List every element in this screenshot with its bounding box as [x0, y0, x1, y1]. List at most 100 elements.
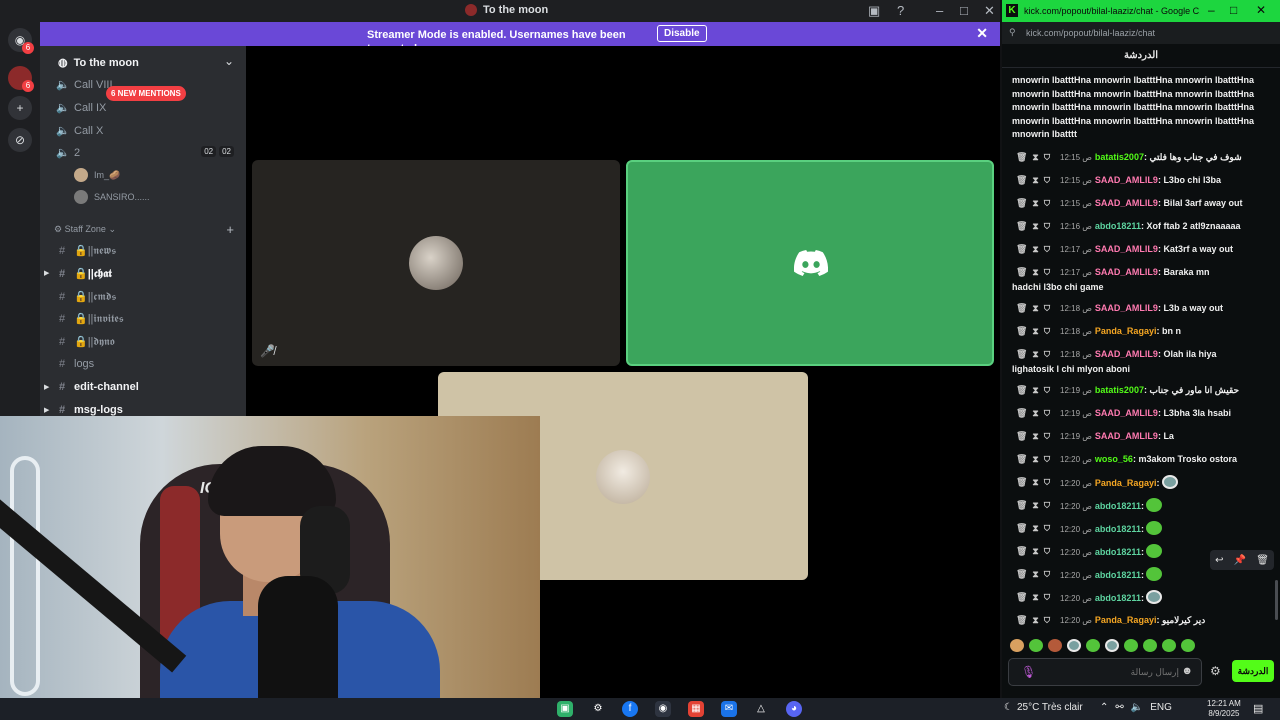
eyes-emote-icon[interactable]: [1161, 475, 1178, 489]
moderation-tools[interactable]: 🗑⧗⛉: [1016, 613, 1055, 627]
frog-emote-icon[interactable]: [1146, 521, 1163, 535]
help-icon[interactable]: ?: [897, 3, 904, 18]
drive-app-icon[interactable]: △: [753, 701, 769, 717]
voice-channel[interactable]: 🔈 2: [56, 146, 80, 160]
text-channel[interactable]: # 🔒||𝖈𝖍𝖆𝖙: [56, 267, 112, 281]
moderation-tools[interactable]: 🗑⧗⛉: [1016, 475, 1055, 489]
chat-username[interactable]: abdo18211: [1095, 501, 1141, 511]
chat-username[interactable]: abdo18211: [1095, 547, 1141, 557]
close-window-button[interactable]: ✕: [984, 3, 995, 19]
moderation-tools[interactable]: 🗑⧗⛉: [1016, 301, 1055, 315]
chat-scrollbar[interactable]: [1275, 580, 1278, 620]
frog-emote-icon[interactable]: [1146, 567, 1163, 581]
chevron-down-icon[interactable]: ⌄: [224, 54, 234, 68]
voice-user[interactable]: Im_🥔: [74, 168, 120, 182]
chat-username[interactable]: SAAD_AMLIL9: [1095, 431, 1158, 441]
participant-tile[interactable]: 🎤̸: [252, 160, 620, 366]
server-header[interactable]: ◍ To the moon: [58, 56, 139, 70]
moderation-tools[interactable]: 🗑⧗⛉: [1016, 150, 1055, 164]
moderation-tools[interactable]: 🗑⧗⛉: [1016, 406, 1055, 420]
reply-icon[interactable]: ↩: [1215, 555, 1223, 566]
minimize-button[interactable]: –: [1208, 3, 1215, 17]
moderation-tools[interactable]: 🗑⧗⛉: [1016, 521, 1055, 535]
emote-icon[interactable]: [1029, 638, 1043, 652]
add-server-icon[interactable]: +: [8, 96, 32, 120]
network-icon[interactable]: ⚯: [1115, 702, 1123, 713]
chat-input-box[interactable]: 🎙 ☻: [1008, 658, 1202, 686]
close-icon[interactable]: ✕: [976, 25, 988, 42]
moderation-tools[interactable]: 🗑⧗⛉: [1016, 567, 1055, 581]
chat-feed[interactable]: mnowrin lbatttHna mnowrin lbatttHna mnow…: [1002, 70, 1280, 630]
category-staff-zone[interactable]: ⚙ Staff Zone ⌄: [54, 224, 116, 235]
text-channel[interactable]: # msg-logs: [56, 404, 123, 416]
disable-button[interactable]: Disable: [657, 25, 707, 42]
voice-channel[interactable]: 🔈 Call IX: [56, 101, 106, 115]
moderation-tools[interactable]: 🗑⧗⛉: [1016, 242, 1055, 256]
emote-icon[interactable]: [1010, 638, 1024, 652]
emote-icon[interactable]: [1105, 638, 1119, 652]
microphone-icon[interactable]: 🎙: [1021, 665, 1036, 679]
chat-username[interactable]: abdo18211: [1095, 570, 1141, 580]
emoji-icon[interactable]: ☻: [1181, 665, 1193, 677]
add-channel-icon[interactable]: +: [226, 222, 234, 237]
emote-icon[interactable]: [1124, 638, 1138, 652]
emote-icon[interactable]: [1143, 638, 1157, 652]
mail-app-icon[interactable]: ✉: [721, 701, 737, 717]
close-window-button[interactable]: ✕: [1256, 3, 1266, 17]
emote-icon[interactable]: [1162, 638, 1176, 652]
gear-icon[interactable]: ⚙: [1210, 664, 1221, 678]
office-app-icon[interactable]: ▦: [688, 701, 704, 717]
moderation-tools[interactable]: 🗑⧗⛉: [1016, 544, 1055, 558]
chat-username[interactable]: SAAD_AMLIL9: [1095, 349, 1158, 359]
chat-username[interactable]: Panda_Ragayi: [1095, 615, 1157, 625]
delete-icon[interactable]: 🗑: [1256, 555, 1269, 566]
new-mentions-pill[interactable]: 6 NEW MENTIONS: [106, 86, 186, 101]
notification-icon[interactable]: ▤: [1253, 702, 1263, 715]
terminal-app-icon[interactable]: ▣: [557, 701, 573, 717]
moderation-tools[interactable]: 🗑⧗⛉: [1016, 324, 1055, 338]
text-channel[interactable]: # logs: [56, 358, 94, 370]
pin-icon[interactable]: 📌: [1234, 555, 1246, 566]
chat-username[interactable]: abdo18211: [1095, 593, 1141, 603]
text-channel[interactable]: # 🔒||𝖓𝖊𝖜𝖘: [56, 244, 116, 258]
chat-username[interactable]: batatis2007: [1095, 385, 1144, 395]
send-chat-button[interactable]: الدردشة: [1232, 660, 1274, 682]
chrome-app-icon[interactable]: ◉: [655, 701, 671, 717]
moderation-tools[interactable]: 🗑⧗⛉: [1016, 383, 1055, 397]
emote-icon[interactable]: [1086, 638, 1100, 652]
chat-username[interactable]: woso_56: [1095, 454, 1133, 464]
site-info-icon[interactable]: ⚲: [1009, 27, 1016, 38]
voice-user[interactable]: SANSIRO......: [74, 190, 150, 204]
chevron-up-icon[interactable]: ⌃: [1100, 702, 1108, 713]
moderation-tools[interactable]: 🗑⧗⛉: [1016, 590, 1055, 604]
moderation-tools[interactable]: 🗑⧗⛉: [1016, 429, 1055, 443]
moderation-tools[interactable]: 🗑⧗⛉: [1016, 196, 1055, 210]
volume-icon[interactable]: 🔈: [1131, 702, 1143, 713]
chat-username[interactable]: SAAD_AMLIL9: [1095, 303, 1158, 313]
chat-username[interactable]: abdo18211: [1095, 524, 1141, 534]
voice-channel[interactable]: 🔈 Call VIII: [56, 78, 113, 92]
frog-emote-icon[interactable]: [1146, 498, 1163, 512]
minimize-button[interactable]: –: [936, 3, 943, 18]
chat-username[interactable]: SAAD_AMLIL9: [1095, 244, 1158, 254]
chat-username[interactable]: batatis2007: [1095, 152, 1144, 162]
facebook-app-icon[interactable]: f: [622, 701, 638, 717]
clock[interactable]: 12:21 AM 8/9/2025: [1207, 699, 1241, 719]
address-bar[interactable]: ⚲ kick.com/popout/bilal-laaziz/chat: [1002, 22, 1280, 44]
maximize-button[interactable]: □: [1230, 3, 1237, 17]
frog-emote-icon[interactable]: [1146, 544, 1163, 558]
chat-input[interactable]: [1039, 664, 1179, 680]
chat-username[interactable]: SAAD_AMLIL9: [1095, 267, 1158, 277]
moderation-tools[interactable]: 🗑⧗⛉: [1016, 173, 1055, 187]
eyes-emote-icon[interactable]: [1146, 590, 1163, 604]
text-channel[interactable]: # 🔒||𝖈𝖒𝖉𝖘: [56, 290, 116, 304]
voice-channel[interactable]: 🔈 Call X: [56, 124, 103, 138]
explore-icon[interactable]: ⊘: [8, 128, 32, 152]
emote-icon[interactable]: [1181, 638, 1195, 652]
chat-username[interactable]: SAAD_AMLIL9: [1095, 175, 1158, 185]
language-indicator[interactable]: ENG: [1150, 702, 1172, 713]
emote-icon[interactable]: [1067, 638, 1081, 652]
maximize-button[interactable]: □: [960, 3, 968, 18]
weather-widget[interactable]: ☾ 25°C Très clair: [1004, 702, 1083, 713]
chat-username[interactable]: Panda_Ragayi: [1095, 326, 1157, 336]
